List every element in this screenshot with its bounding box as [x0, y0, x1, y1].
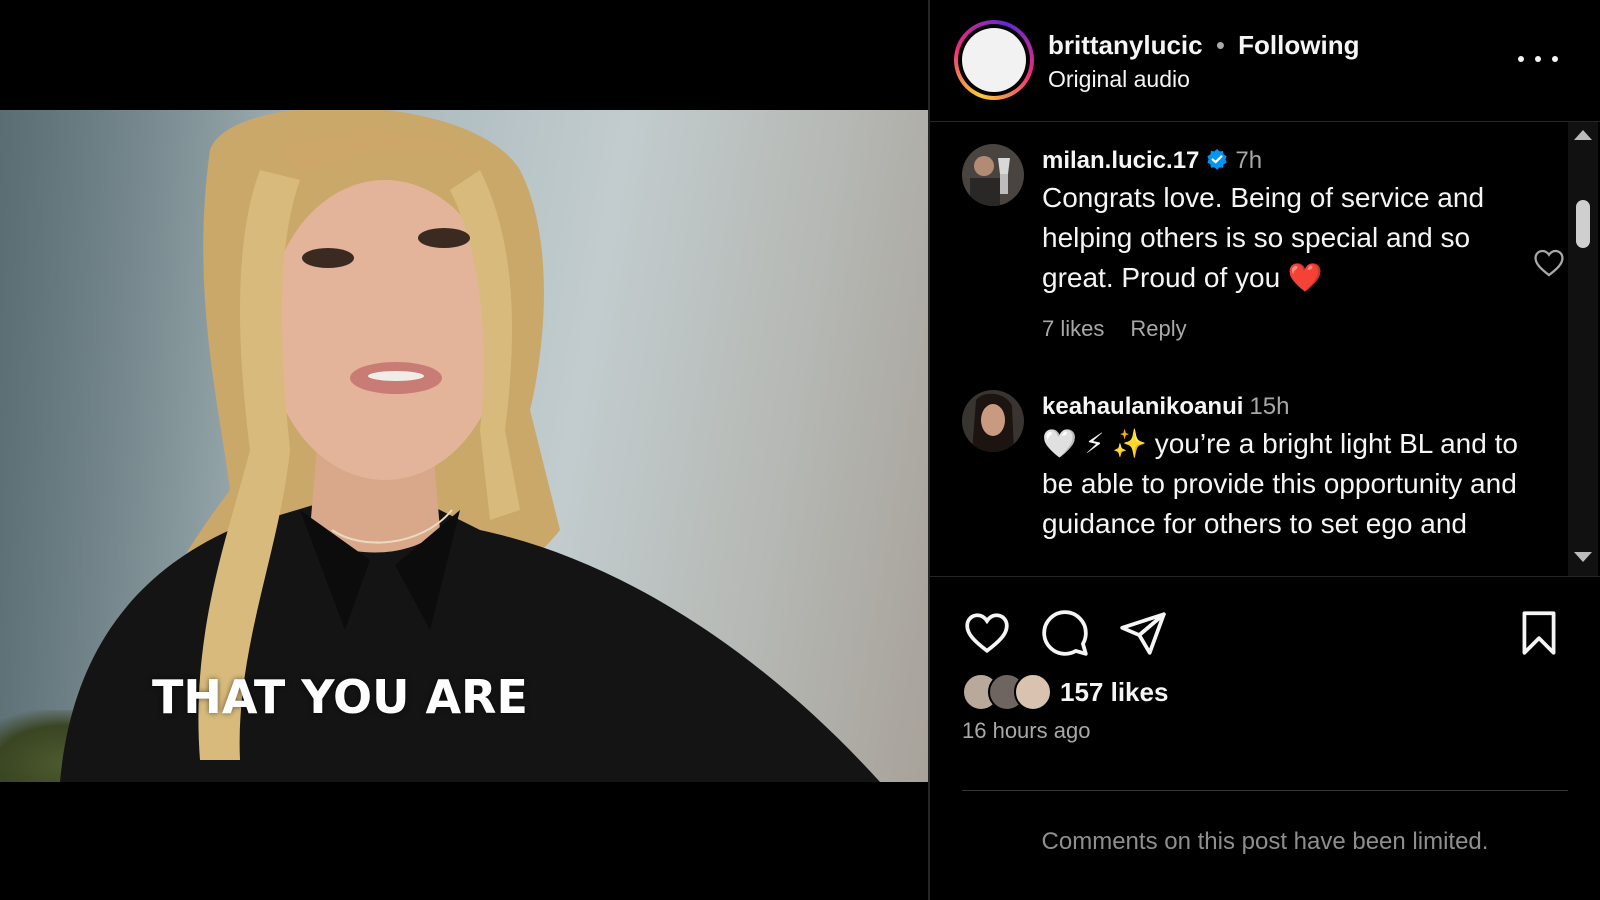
comment-text: 🤍 ⚡ ✨ you’re a bright light BL and to be…	[1042, 428, 1518, 539]
comment-likes[interactable]: 7 likes	[1042, 316, 1104, 341]
video-player[interactable]: THAT YOU ARE	[0, 110, 928, 782]
separator-dot: •	[1215, 30, 1225, 60]
scroll-up-arrow-icon[interactable]	[1574, 130, 1592, 140]
likes-row[interactable]: 157 likes	[962, 670, 1168, 714]
liker-avatar	[1014, 673, 1052, 711]
post-header: brittanylucic • Following Original audio	[930, 0, 1600, 122]
post-panel: brittanylucic • Following Original audio…	[930, 0, 1600, 900]
comment-username[interactable]: keahaulanikoanui	[1042, 393, 1243, 420]
comment-time: 7h	[1235, 147, 1263, 174]
author-avatar[interactable]	[954, 20, 1034, 100]
share-send-icon[interactable]	[1118, 608, 1168, 658]
bookmark-save-icon[interactable]	[1514, 608, 1564, 658]
author-line: brittanylucic • Following	[1048, 30, 1359, 61]
comments-scrollbar[interactable]	[1568, 122, 1598, 576]
scroll-down-arrow-icon[interactable]	[1574, 552, 1592, 562]
comment-like-heart-icon[interactable]	[1532, 246, 1566, 280]
comment-time: 15h	[1249, 393, 1290, 420]
scroll-thumb[interactable]	[1576, 200, 1590, 248]
footer-divider	[962, 790, 1568, 791]
comment-username[interactable]: milan.lucic.17	[1042, 147, 1199, 174]
more-horizontal-icon[interactable]	[1518, 44, 1558, 74]
post-timestamp[interactable]: 16 hours ago	[962, 718, 1090, 744]
comment-text: Congrats love. Being of service and help…	[1042, 182, 1485, 293]
original-audio-link[interactable]: Original audio	[1048, 66, 1190, 93]
verified-badge-icon	[1207, 149, 1228, 170]
comment-bubble-icon[interactable]	[1040, 608, 1090, 658]
video-area: THAT YOU ARE	[0, 0, 928, 900]
comments-list: milan.lucic.17 7h Congrats love. Being of…	[930, 122, 1570, 576]
commenter-avatar[interactable]	[962, 390, 1024, 452]
likes-count[interactable]: 157 likes	[1060, 677, 1168, 708]
commenter-avatar[interactable]	[962, 144, 1024, 206]
like-heart-icon[interactable]	[962, 608, 1012, 658]
comments-limited-notice: Comments on this post have been limited.	[1041, 828, 1489, 855]
video-caption: THAT YOU ARE	[152, 670, 528, 724]
author-username[interactable]: brittanylucic	[1048, 30, 1203, 60]
following-button[interactable]: Following	[1238, 30, 1359, 60]
reply-button[interactable]: Reply	[1130, 316, 1186, 341]
actions-divider	[930, 576, 1600, 577]
